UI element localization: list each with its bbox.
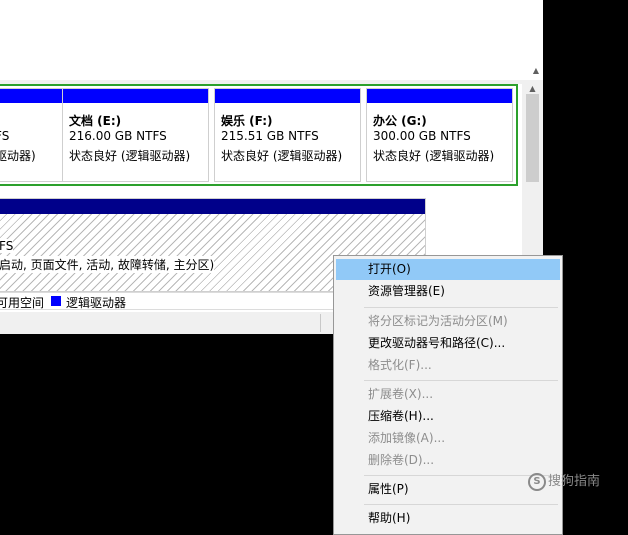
volume-list-pane <box>0 0 543 80</box>
primary-partition-fs: FS <box>0 239 14 253</box>
sogou-logo-icon: S <box>528 472 546 491</box>
primary-partition-status: 启动, 页面文件, 活动, 故障转储, 主分区) <box>0 256 215 273</box>
partition-bar <box>63 89 208 103</box>
partition-g[interactable]: 办公 (G:) 300.00 GB NTFS 状态良好 (逻辑驱动器) <box>366 88 513 182</box>
scroll-up-arrow-icon[interactable]: ▲ <box>522 84 543 94</box>
partition-status: 状态良好 (逻辑驱动器) <box>221 149 343 163</box>
partition-bar <box>215 89 360 103</box>
watermark: S 搜狗指南 <box>528 470 600 491</box>
partition-status: 状态良好 (逻辑驱动器) <box>69 149 191 163</box>
menu-separator <box>364 307 558 308</box>
menu-item-delete-volume[interactable]: 删除卷(D)... <box>336 450 560 471</box>
scroll-up-arrow-icon[interactable]: ▲ <box>531 66 541 76</box>
partition-f[interactable]: 娱乐 (F:) 215.51 GB NTFS 状态良好 (逻辑驱动器) <box>214 88 361 182</box>
partition-bar <box>367 89 512 103</box>
menu-separator <box>364 380 558 381</box>
menu-item-mark-active[interactable]: 将分区标记为活动分区(M) <box>336 311 560 332</box>
menu-item-change-drive-letter[interactable]: 更改驱动器号和路径(C)... <box>336 333 560 354</box>
menu-separator <box>364 504 558 505</box>
menu-item-format[interactable]: 格式化(F)... <box>336 355 560 376</box>
menu-item-add-mirror[interactable]: 添加镜像(A)... <box>336 428 560 449</box>
menu-item-shrink-volume[interactable]: 压缩卷(H)... <box>336 406 560 427</box>
partition-e[interactable]: 文档 (E:) 216.00 GB NTFS 状态良好 (逻辑驱动器) <box>62 88 209 182</box>
status-bar-divider <box>320 314 321 332</box>
partition-status: 状态良好 (逻辑驱动器) <box>373 149 495 163</box>
legend-logical-swatch-icon <box>51 296 61 306</box>
partition-name: 娱乐 (F:) <box>221 114 273 128</box>
watermark-text: 搜狗指南 <box>548 474 601 489</box>
primary-partition-bar <box>0 199 425 214</box>
partition-name: 文档 (E:) <box>69 114 122 128</box>
menu-item-open[interactable]: 打开(O) <box>336 259 560 280</box>
extended-partition-row: FS 驱动器) 文档 (E:) 216.00 GB NTFS 状态良好 (逻辑驱… <box>0 84 518 186</box>
scrollbar-thumb[interactable] <box>526 94 539 182</box>
menu-item-explorer[interactable]: 资源管理器(E) <box>336 281 560 302</box>
legend-unallocated-label: 可用空间 <box>0 296 45 310</box>
partition-size: 216.00 GB NTFS <box>69 129 167 143</box>
partition-status: 驱动器) <box>0 149 36 163</box>
partition-size: FS <box>0 129 10 143</box>
menu-item-properties[interactable]: 属性(P) <box>336 479 560 500</box>
partition-size: 215.51 GB NTFS <box>221 129 319 143</box>
legend-logical-label: 逻辑驱动器 <box>66 296 127 310</box>
context-menu: 打开(O) 资源管理器(E) 将分区标记为活动分区(M) 更改驱动器号和路径(C… <box>333 255 563 535</box>
partition-name: 办公 (G:) <box>373 114 427 128</box>
menu-item-extend-volume[interactable]: 扩展卷(X)... <box>336 384 560 405</box>
partition-size: 300.00 GB NTFS <box>373 129 471 143</box>
